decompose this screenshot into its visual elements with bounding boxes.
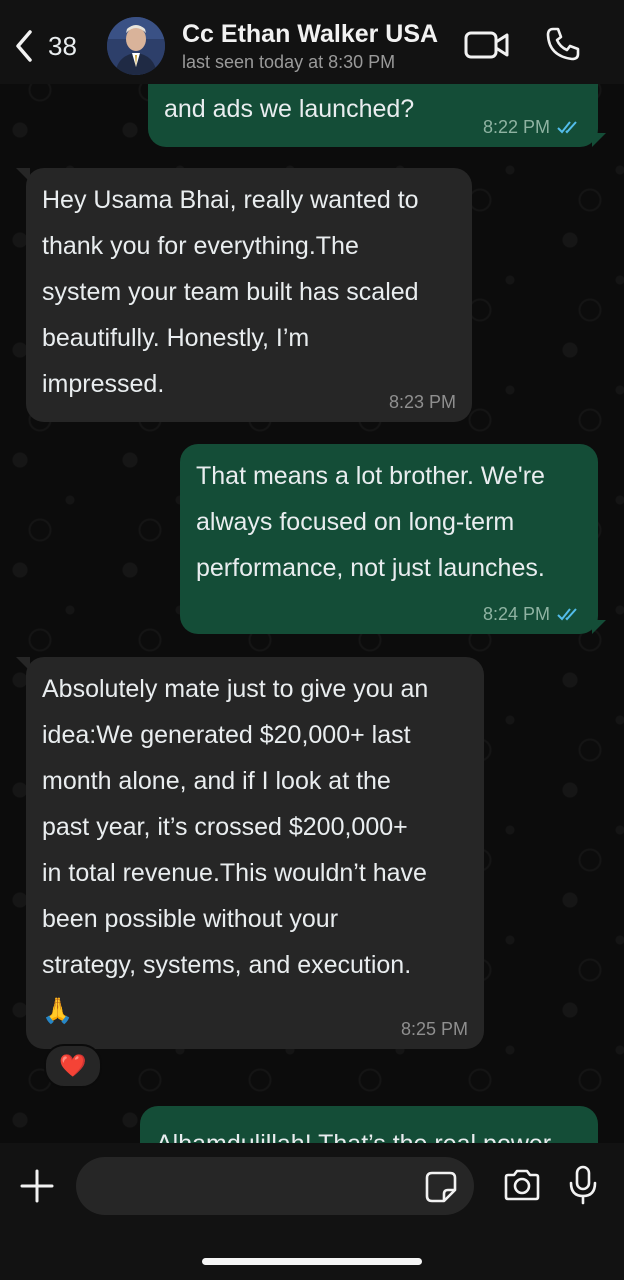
bubble-tail (592, 133, 606, 147)
message-text: That means a lot brother. We're always f… (196, 462, 545, 582)
message-text: Absolutely mate just to give you an idea… (42, 675, 429, 1025)
message-meta: 8:23 PM (389, 392, 456, 412)
message-bubble-incoming[interactable]: Absolutely mate just to give you an idea… (26, 657, 484, 1049)
unread-count: 38 (48, 30, 77, 61)
camera-icon[interactable] (502, 1168, 542, 1202)
message-input[interactable] (76, 1157, 474, 1215)
double-check-icon (557, 121, 577, 134)
avatar[interactable] (107, 17, 165, 75)
bubble-tail (16, 657, 30, 671)
chevron-left-icon (16, 30, 32, 62)
contact-photo (107, 17, 165, 75)
microphone-icon[interactable] (568, 1165, 598, 1205)
message-text: Hey Usama Bhai, really wanted to thank y… (42, 186, 419, 398)
contact-name[interactable]: Cc Ethan Walker USA (182, 20, 438, 49)
plus-icon[interactable] (18, 1167, 56, 1205)
message-time: 8:22 PM (482, 117, 550, 137)
message-time: 8:24 PM (482, 604, 550, 624)
heart-reaction: ❤️ (59, 1053, 87, 1078)
chat-header: 38 Cc Ethan Walker USA last seen today a… (0, 0, 624, 84)
bubble-tail (16, 168, 30, 182)
video-call-icon[interactable] (464, 27, 510, 63)
back-button[interactable]: 38 (12, 26, 92, 66)
reaction-badge[interactable]: ❤️ (44, 1044, 102, 1088)
message-meta: 8:24 PM (483, 604, 582, 624)
sticker-icon[interactable] (424, 1170, 458, 1204)
message-time: 8:25 PM (400, 1019, 468, 1039)
message-meta: 8:25 PM (401, 1019, 468, 1039)
last-seen-status: last seen today at 8:30 PM (182, 52, 396, 72)
message-time: 8:23 PM (388, 392, 456, 412)
double-check-icon (557, 608, 577, 621)
home-indicator[interactable] (202, 1258, 422, 1265)
message-bubble-incoming[interactable]: Hey Usama Bhai, really wanted to thank y… (26, 168, 472, 422)
bubble-tail (592, 620, 606, 634)
message-meta: 8:22 PM (483, 117, 582, 137)
phone-icon[interactable] (545, 26, 581, 62)
message-bubble-outgoing[interactable]: That means a lot brother. We're always f… (180, 444, 598, 634)
